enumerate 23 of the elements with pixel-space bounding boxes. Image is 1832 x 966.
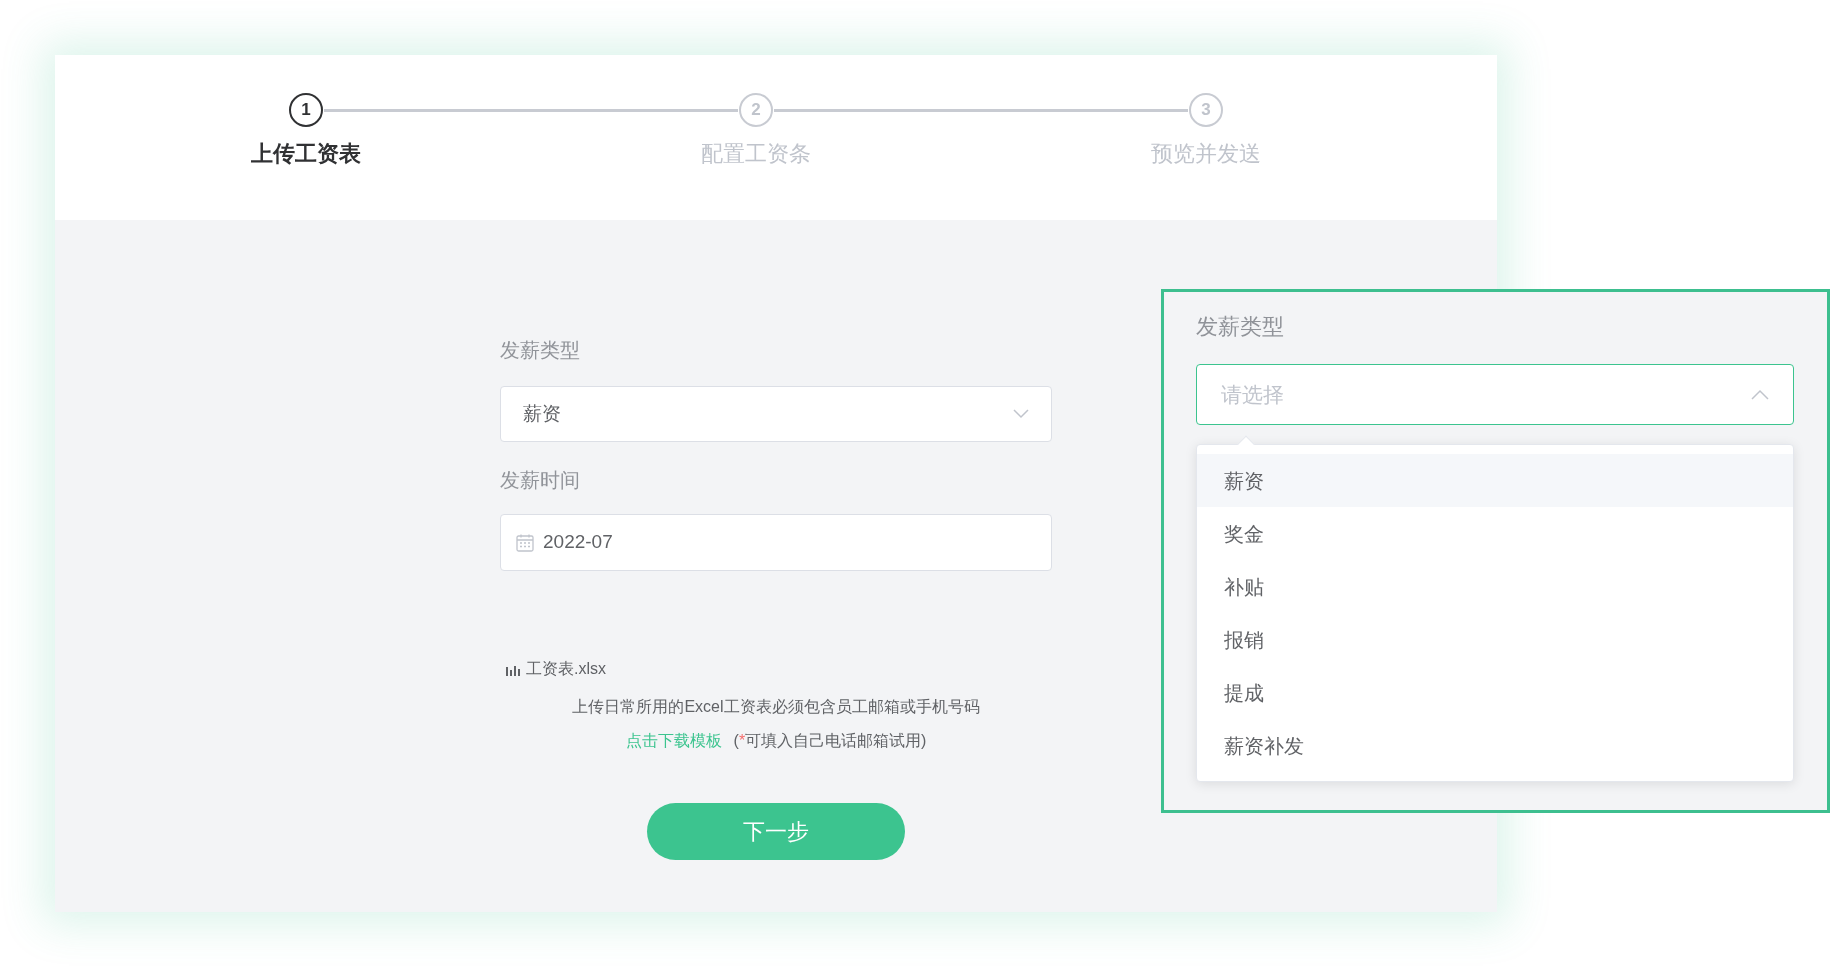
step-number: 2 (739, 93, 773, 127)
dropdown-option[interactable]: 奖金 (1197, 507, 1793, 560)
note-text: (*可填入自己电话邮箱试用) (733, 731, 927, 751)
step-label: 预览并发送 (1151, 140, 1261, 168)
field-label: 发薪类型 (500, 338, 581, 363)
dropdown-option[interactable]: 薪资补发 (1197, 719, 1793, 772)
dropdown-option[interactable]: 薪资 (1197, 454, 1793, 507)
chevron-down-icon (1013, 409, 1029, 419)
step-label: 配置工资条 (701, 140, 811, 168)
hint-text: 上传日常所用的Excel工资表必须包含员工邮箱或手机号码 (572, 697, 980, 717)
file-name: 工资表.xlsx (526, 659, 606, 679)
dropdown-option[interactable]: 提成 (1197, 666, 1793, 719)
field-label: 发薪时间 (500, 468, 581, 493)
select-field[interactable]: 薪资 (500, 386, 1052, 442)
dropdown-option[interactable]: 补贴 (1197, 560, 1793, 613)
field-label: 发薪类型 (1196, 313, 1285, 341)
step-number: 1 (289, 93, 323, 127)
step-label: 上传工资表 (251, 140, 361, 168)
step-number: 3 (1189, 93, 1223, 127)
dropdown-option[interactable]: 报销 (1197, 613, 1793, 666)
calendar-icon (515, 532, 535, 553)
placeholder: 请选择 (1221, 381, 1284, 408)
date-field[interactable]: 2022-07 (500, 514, 1052, 571)
